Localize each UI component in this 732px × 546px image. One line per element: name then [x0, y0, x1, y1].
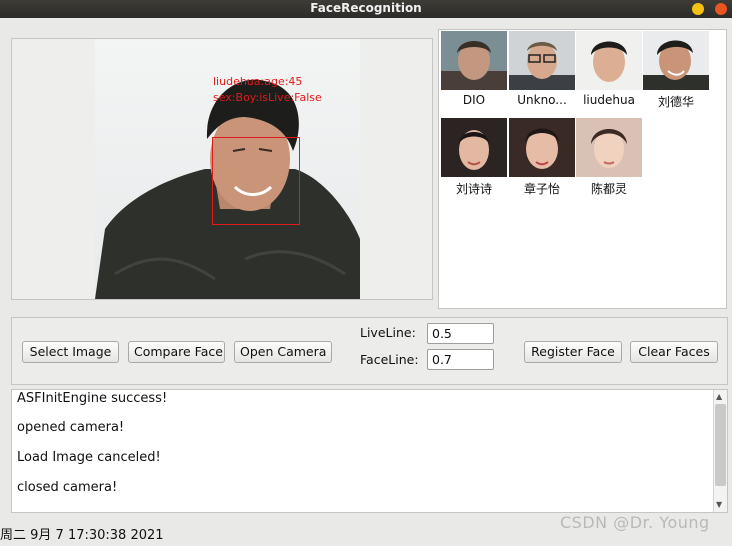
liveline-input[interactable]	[427, 323, 494, 344]
faceline-label: FaceLine:	[360, 352, 419, 367]
face-name: 陈都灵	[590, 182, 627, 196]
face-name: 章子怡	[523, 182, 560, 196]
face-name: DIO	[462, 93, 486, 107]
face-thumbnail-image	[509, 31, 575, 90]
face-name: 刘诗诗	[455, 182, 492, 196]
face-thumbnail[interactable]: liudehua	[576, 31, 642, 107]
compare-face-button[interactable]: Compare Face	[128, 341, 225, 363]
log-line: Load Image canceled!	[17, 450, 161, 465]
face-info-label: liudehua:age:45	[213, 75, 303, 88]
log-line: closed camera!	[17, 480, 118, 495]
minimize-button[interactable]	[692, 3, 704, 15]
scroll-up-icon[interactable]: ▲	[716, 392, 722, 402]
clear-faces-button[interactable]: Clear Faces	[630, 341, 718, 363]
face-thumbnail-image	[441, 31, 507, 90]
close-button[interactable]	[715, 3, 727, 15]
face-thumbnail-image	[576, 31, 642, 90]
controls-panel: Select Image Compare Face Open Camera Li…	[11, 317, 728, 385]
face-thumbnail[interactable]: DIO	[441, 31, 507, 107]
register-face-button[interactable]: Register Face	[524, 341, 622, 363]
liveline-label: LiveLine:	[360, 325, 416, 340]
face-thumbnail-image	[441, 118, 507, 177]
log-output[interactable]: ASFInitEngine success! opened camera! Lo…	[11, 389, 728, 513]
face-thumbnail-image	[576, 118, 642, 177]
watermark: CSDN @Dr. Young	[560, 513, 710, 532]
scrollbar-thumb[interactable]	[715, 404, 726, 486]
log-line: ASFInitEngine success!	[17, 391, 168, 406]
preview-photo: liudehua:age:45 sex:Boy:isLive:False	[95, 39, 360, 299]
face-thumbnail[interactable]: 刘诗诗	[441, 118, 507, 197]
status-datetime: 周二 9月 7 17:30:38 2021	[0, 528, 164, 543]
face-thumbnail[interactable]: Unkno...	[509, 31, 575, 107]
log-scrollbar[interactable]: ▲ ▼	[713, 390, 727, 512]
window-title: FaceRecognition	[310, 1, 422, 15]
face-thumbnail[interactable]: 陈都灵	[576, 118, 642, 197]
image-preview-pane: liudehua:age:45 sex:Boy:isLive:False	[11, 38, 433, 300]
open-camera-button[interactable]: Open Camera	[234, 341, 332, 363]
scroll-down-icon[interactable]: ▼	[716, 500, 722, 510]
face-thumbnail-image	[509, 118, 575, 177]
title-bar: FaceRecognition	[0, 0, 732, 18]
face-thumbnail[interactable]: 章子怡	[509, 118, 575, 197]
select-image-button[interactable]: Select Image	[22, 341, 119, 363]
log-line: opened camera!	[17, 420, 125, 435]
face-name: liudehua	[583, 93, 635, 107]
face-name: Unkno...	[517, 93, 567, 107]
face-thumbnail[interactable]: 刘德华	[643, 31, 709, 110]
registered-faces-gallery: DIO Unkno... liudehua 刘德华 刘诗诗 章子怡 陈都灵	[438, 29, 727, 309]
face-info-label-2: sex:Boy:isLive:False	[213, 91, 322, 104]
faceline-input[interactable]	[427, 349, 494, 370]
face-thumbnail-image	[643, 31, 709, 90]
face-name: 刘德华	[657, 95, 694, 109]
face-detection-box	[212, 137, 300, 225]
